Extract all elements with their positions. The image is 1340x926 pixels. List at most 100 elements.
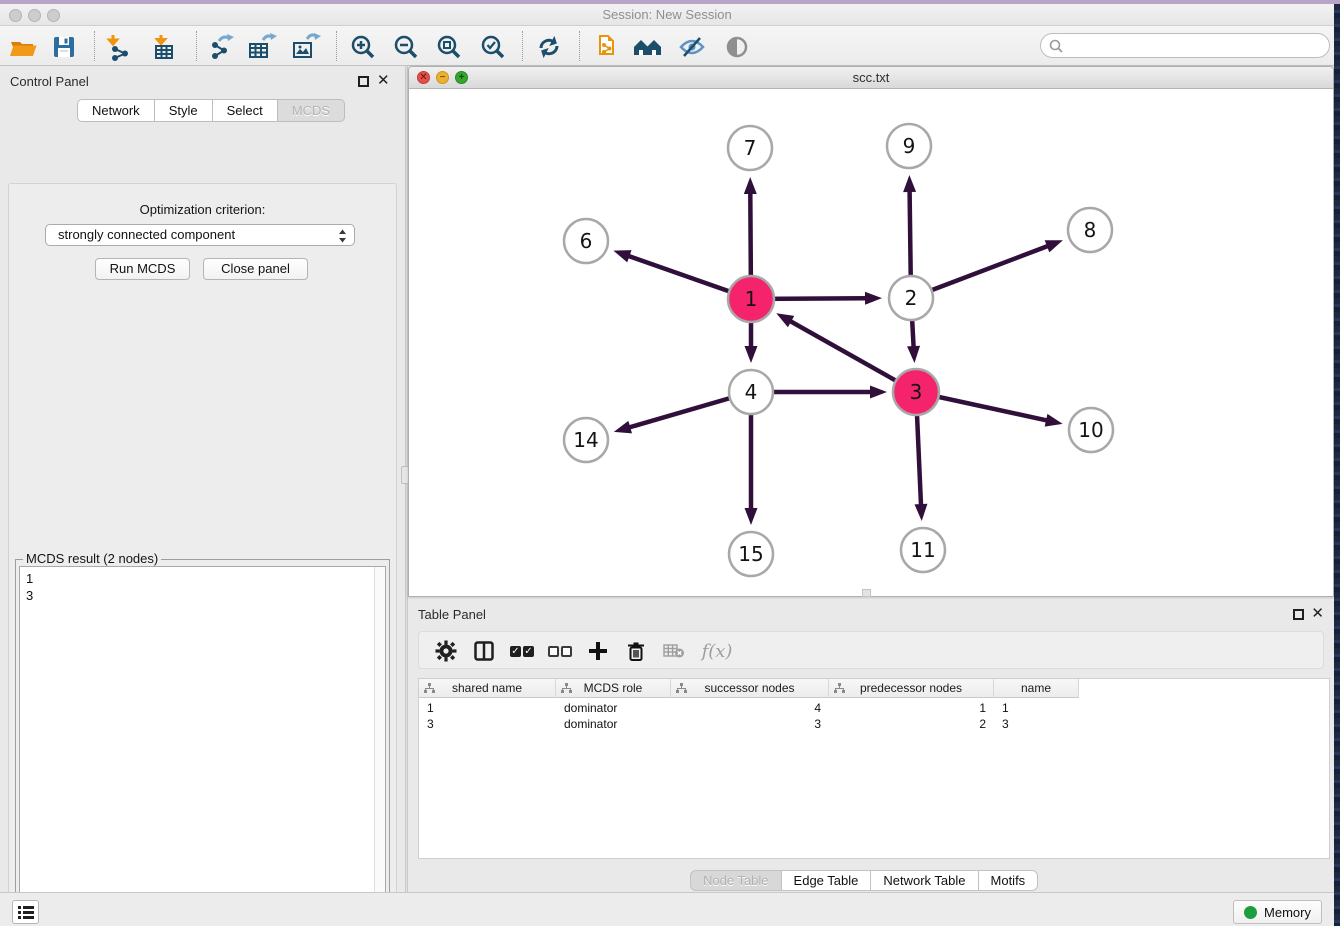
tab-node-table[interactable]: Node Table — [690, 870, 782, 891]
mcds-result-line: 1 — [26, 570, 379, 587]
select-all-columns-icon[interactable]: ✓✓ — [505, 636, 539, 666]
delete-table-icon[interactable] — [657, 636, 691, 666]
graph-edge-arrowhead — [613, 250, 631, 262]
cell-shared-name[interactable]: 3 — [419, 716, 556, 732]
column-header-name[interactable]: name — [994, 679, 1079, 698]
graph-edge-arrowhead — [1045, 414, 1063, 427]
graph-edge-arrowhead — [914, 504, 927, 521]
cell-mcds-role[interactable]: dominator — [556, 700, 671, 716]
control-panel-close-icon[interactable]: ✕ — [377, 75, 390, 87]
zoom-out-icon[interactable] — [388, 32, 424, 62]
column-header-successor-nodes[interactable]: successor nodes — [671, 679, 829, 698]
run-mcds-button[interactable]: Run MCDS — [95, 258, 190, 280]
save-session-icon[interactable] — [46, 32, 82, 62]
column-type-icon — [834, 683, 845, 694]
graph-node-label: 7 — [744, 136, 757, 160]
houses-icon[interactable] — [630, 32, 666, 62]
cell-successor-nodes[interactable]: 4 — [671, 700, 829, 716]
cell-predecessor-nodes[interactable]: 1 — [829, 700, 994, 716]
network-minimize-button[interactable]: − — [436, 71, 449, 84]
cell-predecessor-nodes[interactable]: 2 — [829, 716, 994, 732]
search-input[interactable] — [1068, 36, 1329, 56]
network-maximize-button[interactable]: + — [455, 71, 468, 84]
graph-node-label: 1 — [745, 287, 758, 311]
network-window-titlebar: ✕ − + scc.txt — [409, 67, 1333, 89]
close-panel-button[interactable]: Close panel — [203, 258, 308, 280]
tab-network-table[interactable]: Network Table — [871, 870, 978, 891]
add-column-icon[interactable] — [581, 636, 615, 666]
criterion-dropdown[interactable]: strongly connected component — [45, 224, 355, 246]
tab-edge-table[interactable]: Edge Table — [782, 870, 872, 891]
eye-icon[interactable] — [719, 32, 755, 62]
column-header-mcds-role[interactable]: MCDS role — [556, 679, 671, 698]
cell-name[interactable]: 1 — [994, 700, 1079, 716]
cell-shared-name[interactable]: 1 — [419, 700, 556, 716]
zoom-selected-icon[interactable] — [475, 32, 511, 62]
network-title: scc.txt — [409, 67, 1333, 88]
eye-slash-icon[interactable] — [674, 32, 710, 62]
dropdown-chevrons-icon — [338, 228, 347, 244]
desktop-right-strip — [1334, 4, 1340, 926]
column-type-icon — [676, 683, 687, 694]
graph-edge-arrowhead — [745, 346, 758, 363]
graph-edge-arrowhead — [870, 386, 887, 399]
function-builder-icon[interactable]: f(x) — [695, 636, 739, 666]
export-image-icon[interactable] — [288, 32, 324, 62]
table-row[interactable]: 3 dominator 3 2 3 — [419, 716, 1331, 732]
table-panel-close-icon[interactable]: ✕ — [1311, 608, 1324, 620]
column-header-shared-name[interactable]: shared name — [419, 679, 556, 698]
import-table-icon[interactable] — [148, 32, 184, 62]
zoom-fit-icon[interactable] — [431, 32, 467, 62]
graph-edge-arrowhead — [903, 175, 916, 192]
clone-network-icon[interactable] — [587, 32, 623, 62]
graph-edge-arrowhead — [614, 421, 632, 433]
app-title: Session: New Session — [0, 4, 1334, 26]
toggle-columns-icon[interactable] — [467, 636, 501, 666]
import-network-icon[interactable] — [101, 32, 137, 62]
mcds-panel: Optimization criterion: strongly connect… — [8, 183, 397, 926]
table-toolbar: ✓✓ f(x) — [418, 631, 1324, 669]
graph-node-label: 14 — [573, 428, 598, 452]
tab-mcds[interactable]: MCDS — [278, 99, 345, 122]
result-scrollbar[interactable] — [374, 567, 385, 926]
cell-name[interactable]: 3 — [994, 716, 1079, 732]
window-zoom-button[interactable] — [47, 9, 60, 22]
export-network-icon[interactable] — [203, 32, 239, 62]
tab-select[interactable]: Select — [213, 99, 278, 122]
memory-button[interactable]: Memory — [1233, 900, 1322, 924]
graph-edge-arrowhead — [907, 346, 920, 363]
network-close-button[interactable]: ✕ — [417, 71, 430, 84]
tab-style[interactable]: Style — [155, 99, 213, 122]
unselect-all-columns-icon[interactable] — [543, 636, 577, 666]
network-canvas[interactable]: 7968124314101511 — [410, 90, 1333, 596]
settings-gear-icon[interactable] — [429, 636, 463, 666]
graph-edge-arrowhead — [744, 177, 757, 194]
refresh-layout-icon[interactable] — [531, 32, 567, 62]
mcds-result-list[interactable]: 1 3 — [19, 566, 386, 926]
delete-columns-icon[interactable] — [619, 636, 653, 666]
control-panel-float-icon[interactable] — [358, 76, 369, 87]
graph-edge-arrowhead — [745, 508, 758, 525]
zoom-in-icon[interactable] — [345, 32, 381, 62]
node-table[interactable]: shared name MCDS role successor nodes pr… — [418, 678, 1330, 859]
task-history-button[interactable] — [12, 900, 39, 924]
window-minimize-button[interactable] — [28, 9, 41, 22]
tab-network[interactable]: Network — [77, 99, 155, 122]
table-row[interactable]: 1 dominator 4 1 1 — [419, 700, 1331, 716]
table-panel-title: Table Panel — [418, 607, 486, 622]
mcds-result-line: 3 — [26, 587, 379, 604]
search-field[interactable] — [1040, 33, 1330, 58]
cell-mcds-role[interactable]: dominator — [556, 716, 671, 732]
graph-node-label: 2 — [905, 286, 918, 310]
horizontal-splitter-grip[interactable] — [862, 589, 871, 597]
open-session-icon[interactable] — [5, 32, 41, 62]
window-close-button[interactable] — [9, 9, 22, 22]
control-panel-title: Control Panel — [10, 74, 89, 89]
export-table-icon[interactable] — [244, 32, 280, 62]
memory-label: Memory — [1264, 905, 1311, 920]
table-panel-float-icon[interactable] — [1293, 609, 1304, 620]
tab-motifs[interactable]: Motifs — [979, 870, 1039, 891]
column-header-predecessor-nodes[interactable]: predecessor nodes — [829, 679, 994, 698]
list-icon — [18, 906, 34, 919]
cell-successor-nodes[interactable]: 3 — [671, 716, 829, 732]
